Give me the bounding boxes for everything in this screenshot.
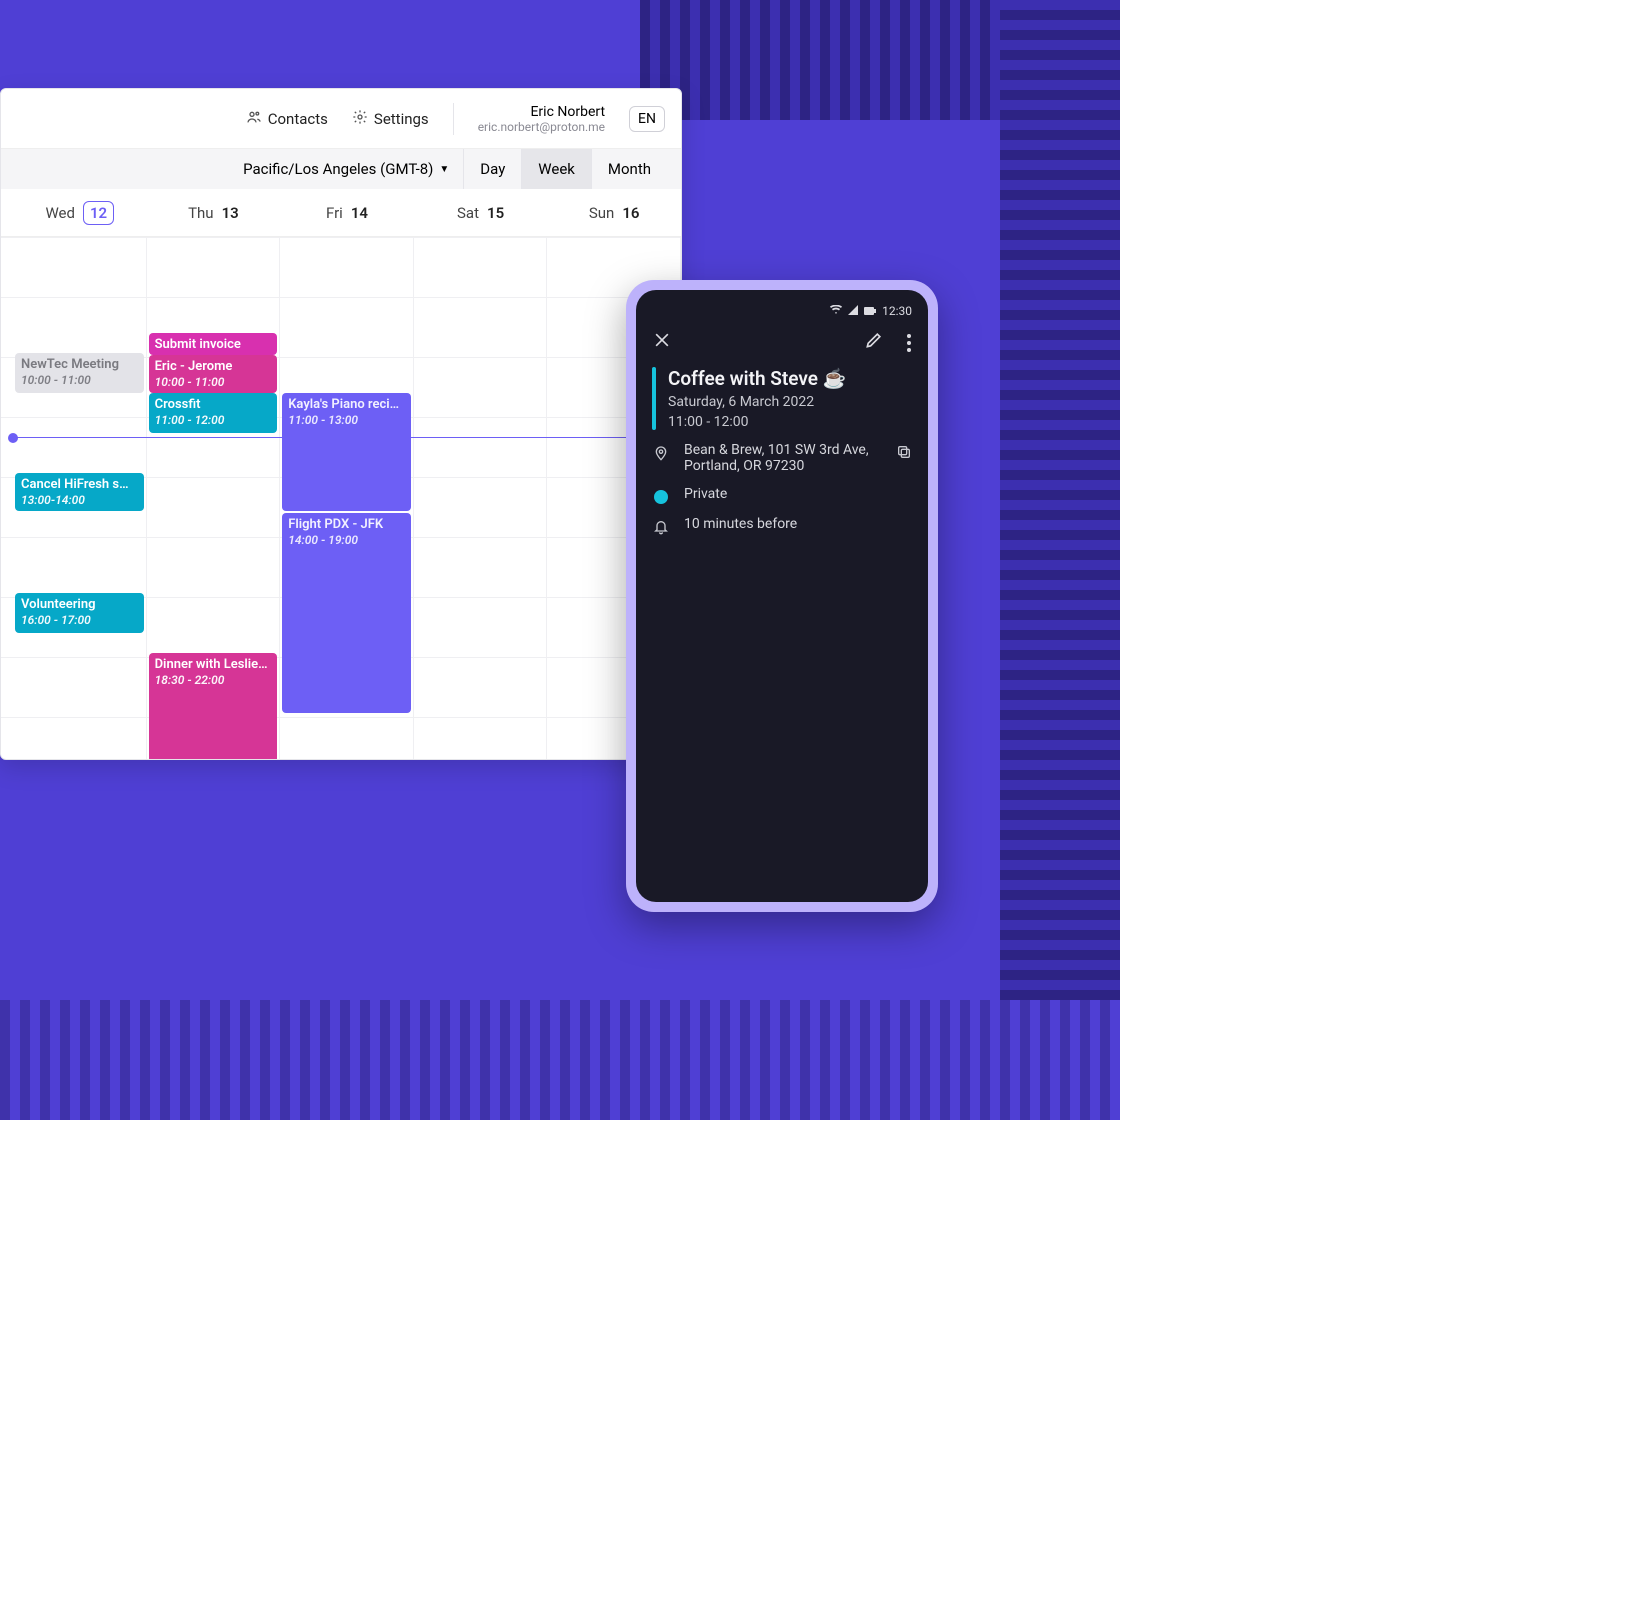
calendar-window: Contacts Settings Eric Norbert eric.norb…	[0, 88, 682, 760]
copy-icon[interactable]	[896, 442, 912, 464]
event-volunteering[interactable]: Volunteering 16:00 - 17:00	[15, 593, 144, 633]
event-date: Saturday, 6 March 2022	[668, 394, 846, 410]
day-number: 16	[622, 204, 639, 222]
event-hours: 10:00 - 11:00	[155, 375, 225, 389]
close-icon[interactable]	[652, 330, 672, 355]
event-dinner-leslie[interactable]: Dinner with Leslie… 18:30 - 22:00	[149, 653, 278, 760]
wifi-icon	[830, 304, 842, 318]
status-bar: 12:30	[652, 304, 912, 318]
user-block[interactable]: Eric Norbert eric.norbert@proton.me	[478, 104, 605, 134]
event-title: Cancel HiFresh s…	[21, 477, 138, 493]
day-header-wed[interactable]: Wed 12	[13, 189, 147, 236]
timezone-selector[interactable]: Pacific/Los Angeles (GMT-8) ▼	[229, 160, 463, 178]
day-header-sat[interactable]: Sat 15	[414, 189, 548, 236]
day-label: Thu	[188, 204, 213, 222]
calendar-color-dot	[654, 490, 668, 504]
signal-icon	[848, 304, 858, 318]
pin-icon	[652, 442, 670, 462]
settings-label: Settings	[374, 110, 429, 128]
day-number: 15	[487, 204, 504, 222]
event-time: 11:00 - 12:00	[668, 414, 846, 430]
event-submit-invoice[interactable]: Submit invoice	[149, 333, 278, 355]
day-label: Sun	[589, 204, 614, 222]
col-thu[interactable]: Submit invoice Eric - Jerome 10:00 - 11:…	[147, 237, 281, 760]
day-header-thu[interactable]: Thu 13	[147, 189, 281, 236]
gear-icon	[352, 109, 368, 129]
day-number: 13	[222, 204, 239, 222]
event-visibility-row: Private	[652, 486, 912, 504]
event-hours: 13:00-14:00	[21, 493, 85, 507]
separator	[453, 103, 454, 135]
edit-icon[interactable]	[864, 330, 884, 355]
view-tab-day[interactable]: Day	[463, 149, 521, 189]
bg-pixel-right	[1000, 0, 1120, 1120]
calendar-grid[interactable]: NewTec Meeting 10:00 - 11:00 Cancel HiFr…	[1, 237, 681, 760]
phone-frame: 12:30 Coffee with Steve ☕	[626, 280, 938, 912]
event-reminder: 10 minutes before	[684, 516, 797, 532]
event-title: Dinner with Leslie…	[155, 657, 272, 673]
topbar: Contacts Settings Eric Norbert eric.norb…	[1, 89, 681, 149]
event-topbar	[652, 330, 912, 355]
contacts-link[interactable]: Contacts	[246, 109, 328, 129]
event-reminder-row: 10 minutes before	[652, 516, 912, 536]
event-cancel-hifresh[interactable]: Cancel HiFresh s… 13:00-14:00	[15, 473, 144, 511]
now-indicator	[13, 437, 681, 438]
contacts-icon	[246, 109, 262, 129]
event-title: Kayla's Piano reci…	[288, 397, 405, 413]
event-hours: 16:00 - 17:00	[21, 613, 91, 627]
day-number: 14	[351, 204, 368, 222]
contacts-label: Contacts	[268, 110, 328, 128]
event-title: Crossfit	[155, 397, 272, 413]
col-wed[interactable]: NewTec Meeting 10:00 - 11:00 Cancel HiFr…	[13, 237, 147, 760]
event-hours: 11:00 - 12:00	[155, 413, 225, 427]
col-sat[interactable]	[414, 237, 548, 760]
day-label: Wed	[45, 204, 75, 222]
event-newtec[interactable]: NewTec Meeting 10:00 - 11:00	[15, 353, 144, 393]
event-header: Coffee with Steve ☕ Saturday, 6 March 20…	[652, 367, 912, 430]
chevron-down-icon: ▼	[439, 164, 449, 175]
settings-link[interactable]: Settings	[352, 109, 429, 129]
battery-icon	[864, 304, 876, 318]
day-label: Fri	[326, 204, 343, 222]
event-location-row: Bean & Brew, 101 SW 3rd Ave, Portland, O…	[652, 442, 912, 474]
event-location: Bean & Brew, 101 SW 3rd Ave, Portland, O…	[684, 442, 874, 474]
event-hours: 11:00 - 13:00	[288, 413, 358, 427]
phone-screen: 12:30 Coffee with Steve ☕	[636, 290, 928, 902]
event-title: Coffee with Steve ☕	[668, 367, 846, 390]
view-tab-month[interactable]: Month	[591, 149, 667, 189]
timezone-label: Pacific/Los Angeles (GMT-8)	[243, 160, 433, 178]
event-hours: 14:00 - 19:00	[288, 533, 358, 547]
event-hours: 18:30 - 22:00	[155, 673, 225, 687]
event-hours: 10:00 - 11:00	[21, 373, 91, 387]
event-eric-jerome[interactable]: Eric - Jerome 10:00 - 11:00	[149, 355, 278, 393]
event-title: Submit invoice	[155, 337, 272, 353]
event-title: NewTec Meeting	[21, 357, 138, 373]
event-flight-pdx-jfk[interactable]: Flight PDX - JFK 14:00 - 19:00	[282, 513, 411, 713]
bg-pixel-bottom	[0, 1000, 1120, 1120]
event-accent-bar	[652, 367, 656, 430]
event-crossfit[interactable]: Crossfit 11:00 - 12:00	[149, 393, 278, 433]
bell-icon	[652, 516, 670, 536]
event-visibility: Private	[684, 486, 727, 502]
event-title: Volunteering	[21, 597, 138, 613]
event-kayla-piano[interactable]: Kayla's Piano reci… 11:00 - 13:00	[282, 393, 411, 511]
event-title: Flight PDX - JFK	[288, 517, 405, 533]
day-label: Sat	[457, 204, 479, 222]
user-name: Eric Norbert	[530, 104, 605, 120]
event-title: Eric - Jerome	[155, 359, 272, 375]
day-number-today: 12	[83, 201, 114, 225]
view-tab-week[interactable]: Week	[521, 149, 591, 189]
status-time: 12:30	[882, 304, 912, 318]
language-selector[interactable]: EN	[629, 106, 665, 132]
day-header-sun[interactable]: Sun 16	[547, 189, 681, 236]
viewbar: Pacific/Los Angeles (GMT-8) ▼ Day Week M…	[1, 149, 681, 189]
day-header-row: Wed 12 Thu 13 Fri 14 Sat 15 Sun 16	[1, 189, 681, 237]
day-header-fri[interactable]: Fri 14	[280, 189, 414, 236]
day-columns: NewTec Meeting 10:00 - 11:00 Cancel HiFr…	[1, 237, 681, 760]
col-fri[interactable]: Kayla's Piano reci… 11:00 - 13:00 Flight…	[280, 237, 414, 760]
more-icon[interactable]	[906, 333, 912, 353]
user-email: eric.norbert@proton.me	[478, 120, 605, 134]
